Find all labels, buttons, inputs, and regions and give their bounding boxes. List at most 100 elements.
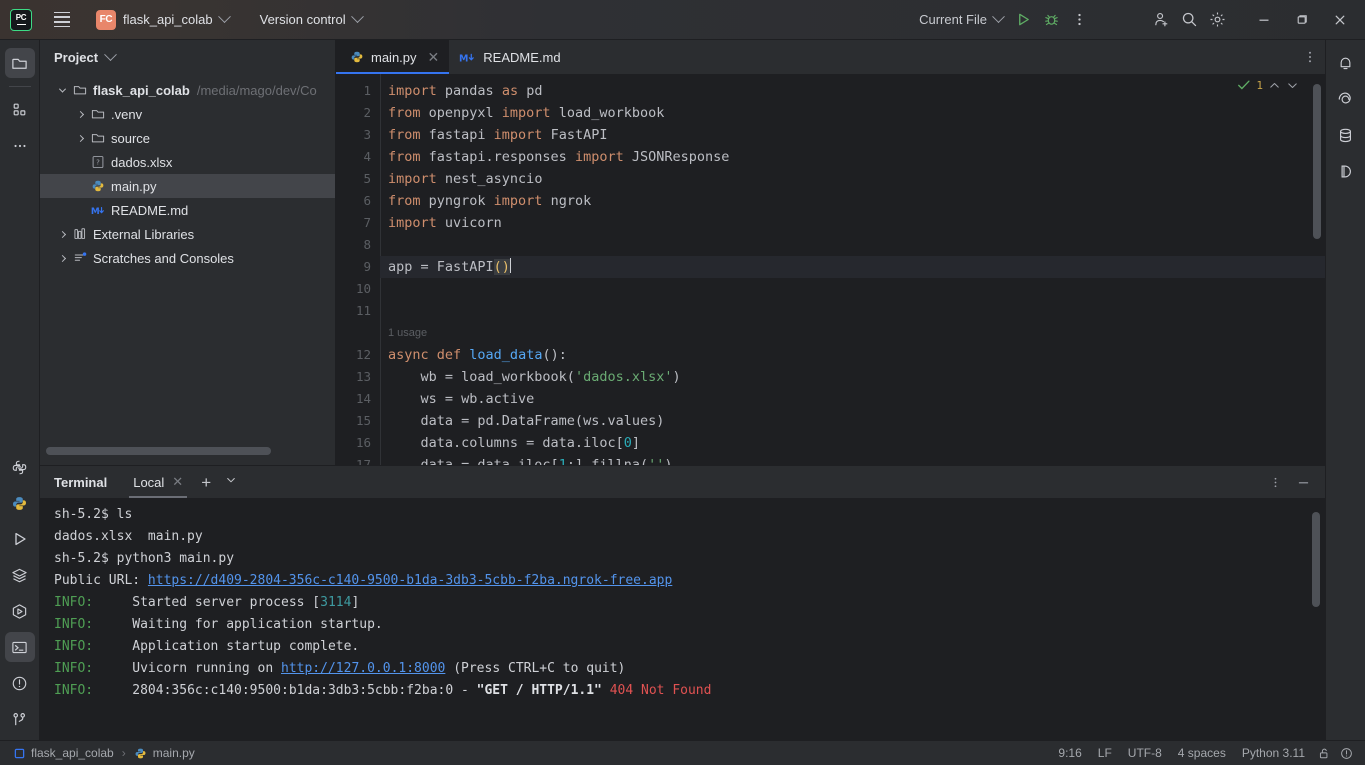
markdown-file-icon: M [459, 53, 475, 64]
close-tab-icon[interactable]: ✕ [428, 50, 440, 64]
tree-label: README.md [111, 202, 189, 218]
editor-options-icon[interactable] [1295, 40, 1325, 74]
tree-node-venv[interactable]: .venv [40, 102, 335, 126]
editor-tabs: main.py ✕ M README.md [336, 40, 1325, 74]
sidebar-item-project[interactable] [4, 48, 35, 78]
tree-node-scratches-and-consoles[interactable]: Scratches and Consoles [40, 246, 335, 270]
sidebar-item-terminal[interactable] [4, 632, 35, 662]
logo-text: PC [15, 13, 27, 22]
main-menu-icon[interactable] [49, 7, 75, 33]
chevron-down-icon [350, 10, 364, 24]
tree-node-readme-md[interactable]: M README.md [40, 198, 335, 222]
terminal-tool-window: Terminal Local ✕ + sh-5.2$ ls dados.xlsx… [40, 465, 1325, 740]
project-widget[interactable]: FC flask_api_colab [89, 7, 236, 33]
sidebar-item-version-control[interactable] [5, 704, 35, 734]
add-user-icon[interactable] [1147, 6, 1175, 34]
ai-assistant-icon[interactable] [1331, 84, 1361, 114]
chevron-down-icon [104, 47, 117, 61]
terminal-header: Terminal Local ✕ + [40, 466, 1325, 498]
file-encoding[interactable]: UTF-8 [1120, 746, 1170, 760]
ide-body: Project flask_api_colab /media/mago/dev/… [0, 40, 1365, 740]
search-icon[interactable] [1175, 6, 1203, 34]
center-area: Project flask_api_colab /media/mago/dev/… [40, 40, 1325, 740]
breadcrumb-project[interactable]: flask_api_colab [31, 746, 114, 760]
editor-vertical-scrollbar[interactable] [1313, 84, 1321, 239]
prev-highlight-icon [1270, 82, 1279, 88]
more-actions-icon[interactable] [1065, 6, 1093, 34]
run-configuration-selector[interactable]: Current File [913, 9, 1009, 30]
python-file-icon [135, 748, 146, 758]
terminal-line-2: dados.xlsx main.py [54, 529, 203, 544]
pycharm-logo-icon: PC [10, 8, 32, 31]
hide-terminal-icon[interactable] [1289, 468, 1317, 496]
tree-node-flask_api_colab[interactable]: flask_api_colab /media/mago/dev/Co [40, 78, 335, 102]
local-url-link[interactable]: http://127.0.0.1:8000 [281, 661, 445, 676]
chevron-down-icon [217, 10, 231, 24]
ngrok-url-link[interactable]: https://d409-2804-356c-c140-9500-b1da-3d… [148, 573, 672, 588]
terminal-tab-local[interactable]: Local ✕ [129, 466, 188, 498]
line-number: 1 [363, 83, 371, 98]
breadcrumb[interactable]: flask_api_colab › main.py [14, 746, 195, 760]
project-badge: FC [96, 9, 116, 30]
next-highlight-icon [1288, 82, 1297, 88]
expand-arrow-icon[interactable] [72, 134, 88, 142]
tree-node-dados-xlsx[interactable]: ? dados.xlsx [40, 150, 335, 174]
notification-icon[interactable] [1335, 743, 1357, 763]
code-lines[interactable]: import pandas as pd from openpyxl import… [380, 74, 1325, 465]
breadcrumb-separator-icon: › [121, 746, 126, 760]
module-icon [14, 748, 25, 758]
expand-arrow-icon[interactable] [72, 110, 88, 118]
sidebar-item-problems[interactable] [5, 668, 35, 698]
terminal-vertical-scrollbar[interactable] [1312, 512, 1320, 607]
python-interpreter[interactable]: Python 3.11 [1234, 746, 1313, 760]
run-button[interactable] [1009, 6, 1037, 34]
tab-readme-md[interactable]: M README.md [449, 40, 570, 74]
project-horizontal-scrollbar[interactable] [46, 447, 271, 455]
dataspell-icon[interactable] [1331, 156, 1361, 186]
sidebar-item-run[interactable] [5, 524, 35, 554]
line-separator[interactable]: LF [1090, 746, 1120, 760]
expand-arrow-icon[interactable] [54, 85, 70, 93]
sidebar-item-python-console[interactable] [5, 488, 35, 518]
sidebar-item-python-packages[interactable] [5, 452, 35, 482]
expand-arrow-icon[interactable] [54, 230, 70, 238]
close-terminal-tab-icon[interactable]: ✕ [172, 474, 183, 490]
code-line-14: ws = wb.active [388, 391, 535, 407]
new-terminal-tab-icon[interactable]: + [201, 474, 211, 491]
code-editor[interactable]: 1 2 3 4 5 6 7 8 9 10 11 12 13 14 15 16 1… [336, 74, 1325, 465]
terminal-line-3: sh-5.2$ python3 main.py [54, 551, 235, 566]
sidebar-item-services[interactable] [5, 560, 35, 590]
usage-inlay-hint[interactable]: 1 usage [380, 322, 1325, 344]
notifications-icon[interactable] [1331, 48, 1361, 78]
terminal-output[interactable]: sh-5.2$ ls dados.xlsx main.py sh-5.2$ py… [40, 498, 1325, 740]
terminal-line-9: INFO: 2804:356c:c140:9500:b1da:3db3:5cbb… [54, 683, 712, 698]
tree-node-main-py[interactable]: main.py [40, 174, 335, 198]
unlocked-icon[interactable] [1313, 743, 1335, 763]
tree-node-source[interactable]: source [40, 126, 335, 150]
terminal-options-chevron-icon[interactable] [225, 473, 237, 491]
version-control-widget[interactable]: Version control [254, 9, 368, 30]
code-line-2: from openpyxl import load_workbook [388, 105, 665, 121]
inspection-widget[interactable]: 1 [1237, 78, 1299, 92]
minimize-window-button[interactable] [1245, 1, 1283, 39]
sidebar-item-profiler[interactable] [5, 596, 35, 626]
breadcrumb-file[interactable]: main.py [153, 746, 195, 760]
indent-setting[interactable]: 4 spaces [1170, 746, 1234, 760]
sidebar-item-commit[interactable] [5, 95, 35, 125]
left-tool-rail [0, 40, 40, 740]
caret-position[interactable]: 9:16 [1050, 746, 1089, 760]
project-panel-header[interactable]: Project [40, 40, 335, 74]
sidebar-item-more-tools[interactable] [5, 131, 35, 161]
terminal-more-options-icon[interactable] [1261, 468, 1289, 496]
close-window-button[interactable] [1321, 1, 1359, 39]
tree-node-external-libraries[interactable]: External Libraries [40, 222, 335, 246]
gear-icon[interactable] [1203, 6, 1231, 34]
run-config-label: Current File [919, 12, 987, 27]
python-file-icon [88, 179, 108, 193]
expand-arrow-icon[interactable] [54, 254, 70, 262]
debug-button[interactable] [1037, 6, 1065, 34]
database-icon[interactable] [1331, 120, 1361, 150]
maximize-window-button[interactable] [1283, 1, 1321, 39]
tab-main-py[interactable]: main.py ✕ [336, 40, 450, 74]
